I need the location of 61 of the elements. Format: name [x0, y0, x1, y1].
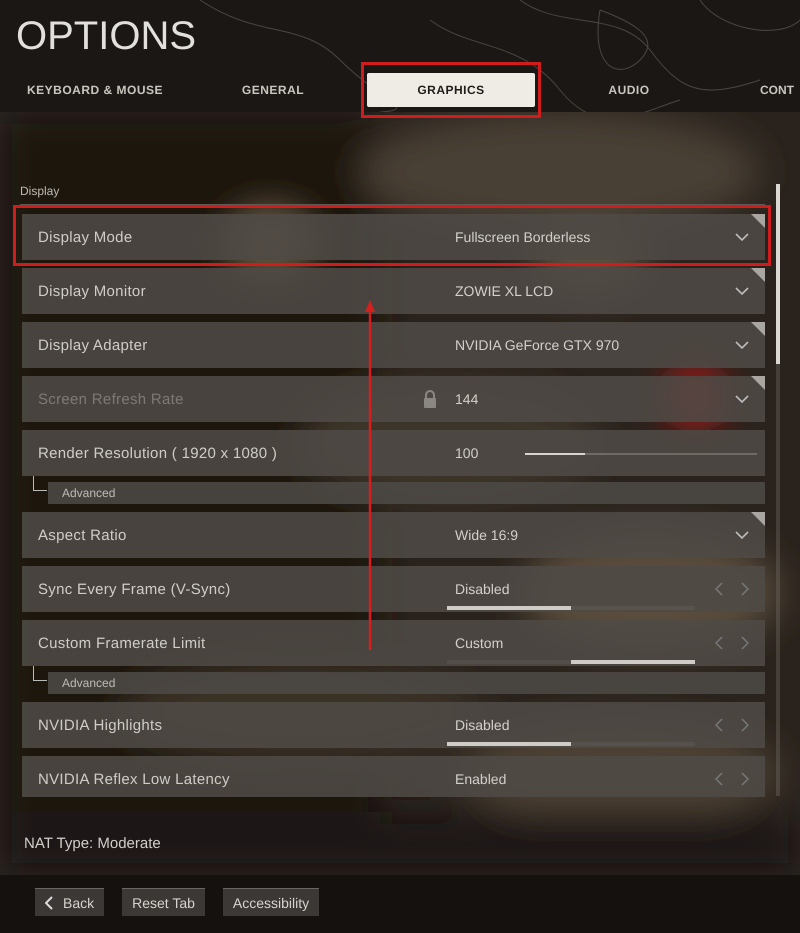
- tree-connector: [33, 476, 47, 491]
- setting-value: Disabled: [455, 717, 510, 733]
- setting-value: Enabled: [455, 771, 506, 787]
- setting-value: NVIDIA GeForce GTX 970: [455, 337, 620, 353]
- setting-row[interactable]: Aspect Ratio Wide 16:9: [22, 512, 765, 558]
- setting-label: Display Mode: [38, 228, 132, 246]
- chevron-down-icon[interactable]: [735, 395, 749, 403]
- advanced-row[interactable]: Advanced: [48, 672, 765, 694]
- chevron-down-icon[interactable]: [735, 233, 749, 241]
- setting-row[interactable]: Display Monitor ZOWIE XL LCD: [22, 268, 765, 314]
- setting-label: Display Adapter: [38, 336, 148, 354]
- tab[interactable]: GENERAL: [234, 73, 312, 107]
- setting-value: Custom: [455, 635, 504, 651]
- setting-label: Render Resolution ( 1920 x 1080 ): [38, 444, 278, 462]
- tab[interactable]: GRAPHICS: [367, 73, 535, 107]
- setting-value: Fullscreen Borderless: [455, 229, 590, 245]
- chevron-right-icon[interactable]: [741, 718, 749, 732]
- corner-marker: [751, 376, 765, 390]
- lock-icon: [422, 389, 438, 409]
- setting-value: 100: [455, 445, 478, 461]
- chevron-right-icon[interactable]: [741, 772, 749, 786]
- setting-row[interactable]: Render Resolution ( 1920 x 1080 ) 100: [22, 430, 765, 476]
- footer-button[interactable]: Reset Tab: [122, 888, 205, 916]
- tab[interactable]: CONT: [752, 73, 800, 107]
- setting-label: Custom Framerate Limit: [38, 634, 206, 652]
- nat-type-text: NAT Type: Moderate: [24, 835, 162, 852]
- footer-button[interactable]: Accessibility: [222, 888, 320, 916]
- corner-marker: [751, 512, 765, 526]
- setting-value: Disabled: [455, 581, 510, 597]
- setting-label: Display Monitor: [38, 282, 146, 300]
- section-heading: Display: [20, 184, 60, 198]
- setting-label: Sync Every Frame (V-Sync): [38, 580, 231, 598]
- chevron-down-icon[interactable]: [735, 341, 749, 349]
- scrollbar[interactable]: [776, 184, 780, 796]
- setting-row[interactable]: Sync Every Frame (V-Sync) Disabled: [22, 566, 765, 612]
- chevron-left-icon[interactable]: [715, 582, 723, 596]
- advanced-row[interactable]: Advanced: [48, 482, 765, 504]
- chevron-down-icon[interactable]: [735, 287, 749, 295]
- footer-button[interactable]: Back: [35, 888, 104, 916]
- tab[interactable]: KEYBOARD & MOUSE: [18, 73, 171, 107]
- setting-label: NVIDIA Reflex Low Latency: [38, 770, 230, 788]
- chevron-left-icon[interactable]: [715, 772, 723, 786]
- setting-row[interactable]: NVIDIA Reflex Low Latency Enabled: [22, 756, 765, 797]
- setting-row[interactable]: Display Mode Fullscreen Borderless: [22, 214, 765, 260]
- chevron-right-icon[interactable]: [741, 636, 749, 650]
- tree-connector: [33, 666, 47, 681]
- setting-row[interactable]: Display Adapter NVIDIA GeForce GTX 970: [22, 322, 765, 368]
- setting-row[interactable]: NVIDIA Highlights Disabled: [22, 702, 765, 748]
- page-title: OPTIONS: [16, 13, 198, 60]
- chevron-right-icon[interactable]: [741, 582, 749, 596]
- back-icon: [45, 896, 53, 910]
- chevron-left-icon[interactable]: [715, 718, 723, 732]
- setting-value: ZOWIE XL LCD: [455, 283, 554, 299]
- setting-label: NVIDIA Highlights: [38, 716, 162, 734]
- chevron-down-icon[interactable]: [735, 531, 749, 539]
- setting-row[interactable]: Custom Framerate Limit Custom: [22, 620, 765, 666]
- tab[interactable]: AUDIO: [600, 73, 658, 107]
- setting-value: Wide 16:9: [455, 527, 518, 543]
- setting-value: 144: [455, 391, 478, 407]
- setting-label: Aspect Ratio: [38, 526, 127, 544]
- chevron-left-icon[interactable]: [715, 636, 723, 650]
